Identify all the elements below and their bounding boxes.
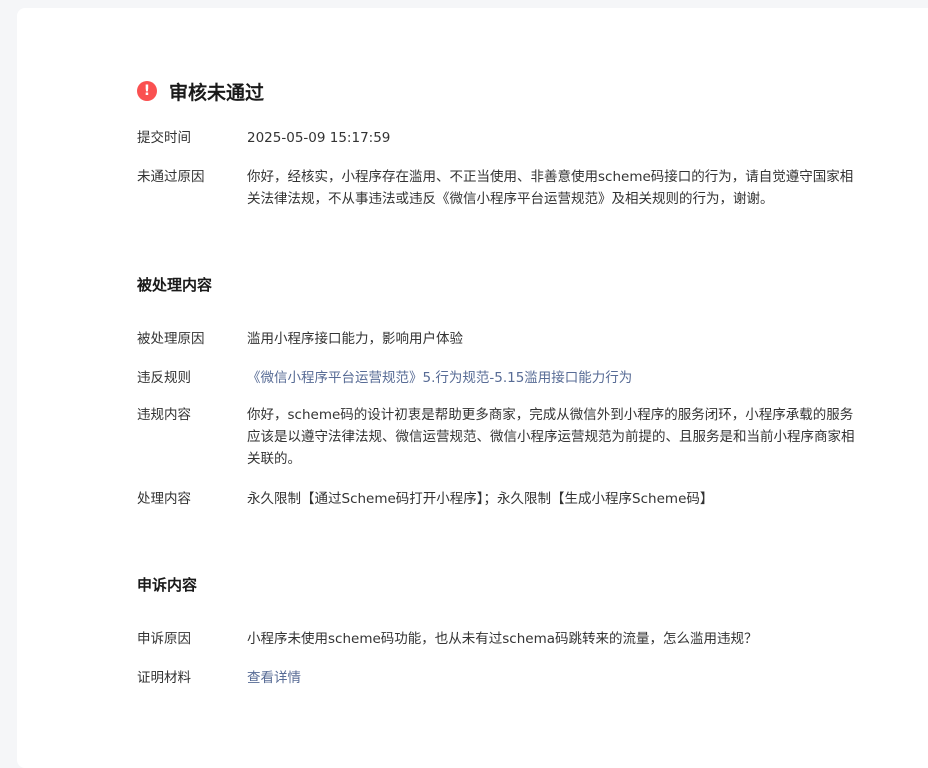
violated-rule-link[interactable]: 《微信小程序平台运营规范》5.行为规范-5.15滥用接口能力行为 xyxy=(247,367,857,389)
action-label: 处理内容 xyxy=(137,491,191,507)
alert-circle-icon: ! xyxy=(137,81,157,101)
violation-content-label: 违规内容 xyxy=(137,407,191,423)
view-details-link[interactable]: 查看详情 xyxy=(247,670,301,686)
submit-time-row: 提交时间 2025-05-09 15:17:59 xyxy=(137,127,857,149)
appeal-reason-label: 申诉原因 xyxy=(137,631,191,647)
status-title: 审核未通过 xyxy=(169,81,265,104)
violated-rule-label: 违反规则 xyxy=(137,370,191,386)
evidence-label: 证明材料 xyxy=(137,670,191,686)
violation-content-value: 你好，scheme码的设计初衷是帮助更多商家，完成从微信外到小程序的服务闭环，小… xyxy=(247,407,855,467)
processed-reason-row: 被处理原因 滥用小程序接口能力，影响用户体验 xyxy=(137,328,857,350)
processed-reason-label: 被处理原因 xyxy=(137,331,205,347)
appeal-reason-value: 小程序未使用scheme码功能，也从未有过schema码跳转来的流量，怎么滥用违… xyxy=(247,631,758,647)
submit-time-label: 提交时间 xyxy=(137,130,191,146)
action-row: 处理内容 永久限制【通过Scheme码打开小程序】；永久限制【生成小程序Sche… xyxy=(137,488,857,510)
audit-status-header: ! 审核未通过 xyxy=(137,79,265,104)
reject-reason-row: 未通过原因 你好，经核实，小程序存在滥用、不正当使用、非善意使用scheme码接… xyxy=(137,166,857,210)
processed-section-title: 被处理内容 xyxy=(137,276,213,294)
processed-reason-value: 滥用小程序接口能力，影响用户体验 xyxy=(247,331,463,347)
reject-reason-label: 未通过原因 xyxy=(137,169,205,185)
submit-time-value: 2025-05-09 15:17:59 xyxy=(247,130,391,146)
violated-rule-row: 违反规则 《微信小程序平台运营规范》5.行为规范-5.15滥用接口能力行为 xyxy=(137,367,857,389)
appeal-reason-row: 申诉原因 小程序未使用scheme码功能，也从未有过schema码跳转来的流量，… xyxy=(137,628,857,650)
action-value: 永久限制【通过Scheme码打开小程序】；永久限制【生成小程序Scheme码】 xyxy=(247,491,714,507)
reject-reason-value: 你好，经核实，小程序存在滥用、不正当使用、非善意使用scheme码接口的行为，请… xyxy=(247,169,854,207)
violation-content-row: 违规内容 你好，scheme码的设计初衷是帮助更多商家，完成从微信外到小程序的服… xyxy=(137,404,857,470)
evidence-row: 证明材料 查看详情 xyxy=(137,667,857,689)
appeal-section-title: 申诉内容 xyxy=(137,576,198,594)
